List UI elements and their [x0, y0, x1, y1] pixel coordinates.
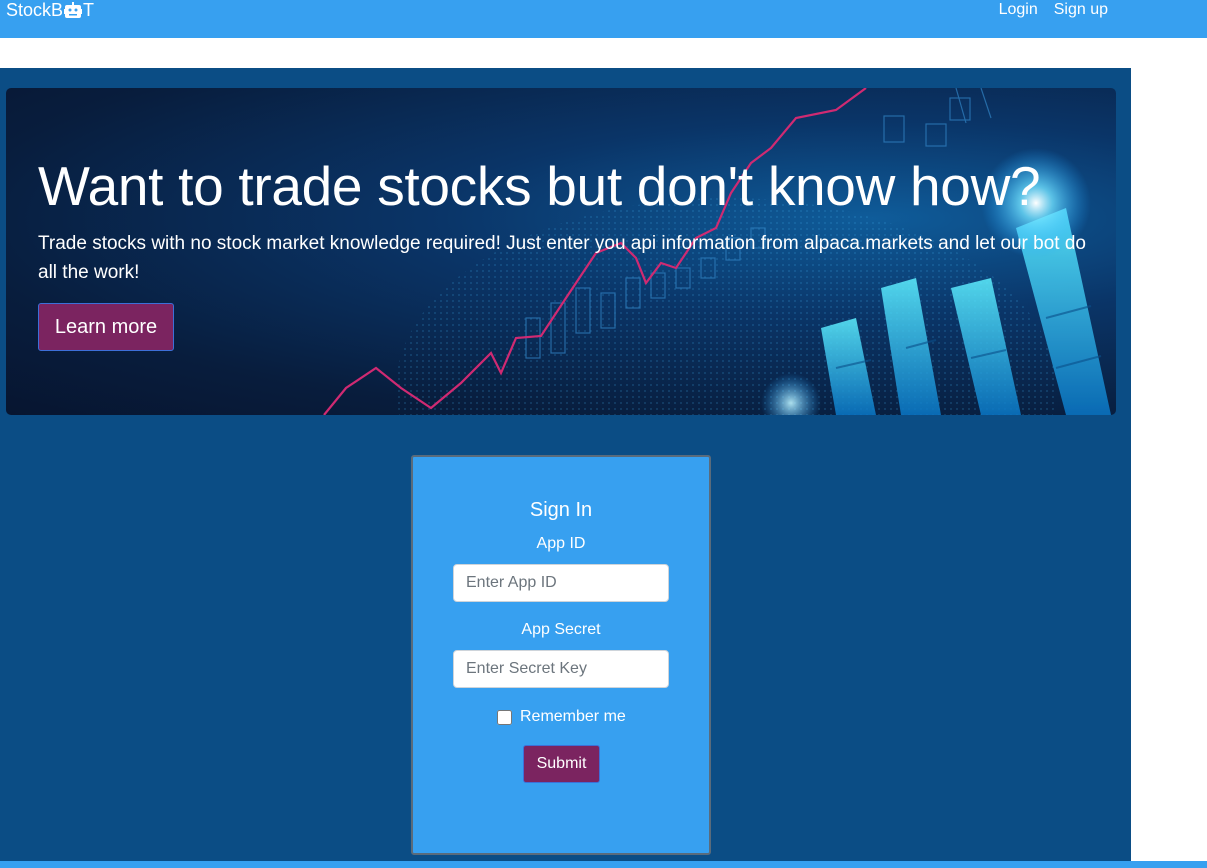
- app-secret-label: App Secret: [521, 621, 601, 638]
- app-id-label: App ID: [536, 535, 586, 552]
- brand-suffix: T: [83, 0, 95, 20]
- login-link[interactable]: Login: [999, 0, 1038, 20]
- nav-links: Login Sign up: [999, 0, 1108, 20]
- footer-bar: [0, 861, 1207, 868]
- submit-button[interactable]: Submit: [523, 745, 600, 783]
- main-content: Want to trade stocks but don't know how?…: [0, 68, 1131, 868]
- brand-prefix: StockB: [6, 0, 64, 20]
- signup-link[interactable]: Sign up: [1054, 0, 1108, 20]
- hero-description: Trade stocks with no stock market knowle…: [38, 233, 1086, 283]
- remember-me-checkbox[interactable]: [497, 709, 512, 725]
- brand-logo[interactable]: StockB T: [6, 0, 94, 20]
- hero-title: Want to trade stocks but don't know how?: [38, 155, 1041, 217]
- robot-icon: [64, 1, 83, 19]
- sign-in-card: Sign In App ID App Secret Remember me Su…: [411, 455, 711, 855]
- hero-jumbotron: Want to trade stocks but don't know how?…: [6, 88, 1116, 415]
- learn-more-button[interactable]: Learn more: [38, 303, 174, 351]
- app-secret-input[interactable]: [453, 650, 669, 688]
- remember-me-label: Remember me: [520, 708, 626, 725]
- top-navbar: StockB T Login Sign up: [0, 0, 1207, 38]
- app-id-input[interactable]: [453, 564, 669, 602]
- remember-me-row: Remember me: [497, 708, 626, 726]
- sign-in-title: Sign In: [529, 499, 593, 521]
